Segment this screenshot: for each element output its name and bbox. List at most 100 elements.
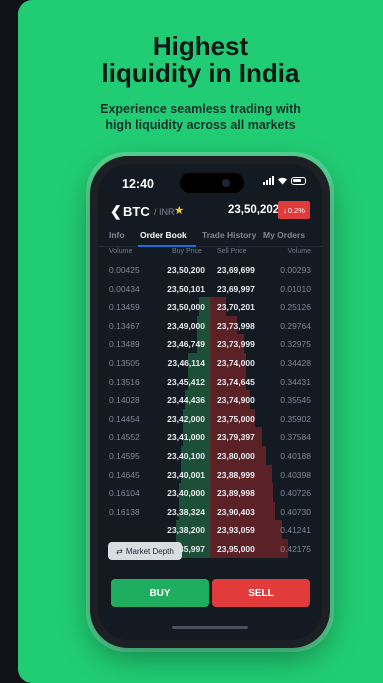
buy-price: 23,46,749 bbox=[167, 339, 205, 350]
buy-volume: 0.00425 bbox=[109, 265, 140, 275]
sell-volume: 0.42175 bbox=[280, 544, 311, 554]
sell-volume: 0.40188 bbox=[280, 451, 311, 461]
phone-screen: 12:40 ❮ BTC / INR ★ 23,50,202 ↓ 0.2% Inf… bbox=[98, 164, 322, 640]
sell-price: 23,74,000 bbox=[217, 358, 255, 368]
buy-price: 23,40,000 bbox=[167, 488, 205, 499]
buy-volume: 0.13459 bbox=[109, 302, 140, 313]
order-book-row[interactable]: 0.13505 23,46,114 23,74,000 0.34428 bbox=[98, 353, 322, 372]
buy-volume: 0.14028 bbox=[109, 395, 140, 406]
sell-price: 23,73,998 bbox=[217, 320, 255, 331]
status-bar: 12:40 bbox=[98, 164, 322, 200]
sell-price: 23,69,997 bbox=[217, 283, 255, 294]
order-book-row[interactable]: 0.14552 23,41,000 23,79,397 0.37584 bbox=[98, 427, 322, 446]
buy-price: 23,44,436 bbox=[167, 395, 205, 406]
order-book-row[interactable]: 0.16104 23,40,000 23,89,998 0.40726 bbox=[98, 483, 322, 502]
sell-price: 23,88,999 bbox=[217, 469, 255, 480]
order-book-list[interactable]: 0.00425 23,50,200 23,69,699 0.00293 0.00434 2… bbox=[98, 260, 322, 570]
buy-volume: 0.14595 bbox=[109, 451, 140, 461]
sell-price: 23,74,900 bbox=[217, 395, 255, 406]
price-change-badge: ↓ 0.2% bbox=[278, 201, 310, 219]
order-book-row[interactable]: 23,38,200 23,93,059 0.41241 bbox=[98, 520, 322, 539]
col-header-volume-right: Volume bbox=[287, 248, 311, 255]
buy-volume: 0.13505 bbox=[109, 358, 140, 368]
buy-price: 23,46,114 bbox=[167, 358, 205, 368]
buy-volume: 0.16104 bbox=[109, 488, 140, 499]
sell-volume: 0.40730 bbox=[280, 506, 311, 517]
subheadline-line-1: Experience seamless trading with bbox=[100, 102, 301, 116]
sell-volume: 0.00293 bbox=[280, 265, 311, 275]
pair-header: ❮ BTC / INR ★ 23,50,202 ↓ 0.2% bbox=[98, 200, 322, 224]
subheadline-line-2: high liquidity across all markets bbox=[105, 118, 296, 132]
sell-volume: 0.34431 bbox=[280, 376, 311, 387]
buy-volume: 0.14454 bbox=[109, 413, 140, 424]
status-icons bbox=[263, 176, 306, 185]
sell-volume: 0.37584 bbox=[280, 432, 311, 443]
order-book-row[interactable]: 0.13516 23,45,412 23,74,645 0.34431 bbox=[98, 372, 322, 391]
order-book-row[interactable]: 0.00425 23,50,200 23,69,699 0.00293 bbox=[98, 260, 322, 279]
shuffle-icon: ⇄ bbox=[116, 546, 123, 556]
buy-price: 23,50,200 bbox=[167, 265, 205, 275]
down-arrow-icon: ↓ bbox=[283, 205, 287, 215]
order-book-row[interactable]: 0.14645 23,40,001 23,88,999 0.40398 bbox=[98, 465, 322, 484]
buy-volume: 0.00434 bbox=[109, 283, 140, 294]
sell-button[interactable]: SELL bbox=[212, 579, 310, 607]
favorite-star-icon[interactable]: ★ bbox=[174, 203, 184, 217]
sell-price: 23,93,059 bbox=[217, 525, 255, 536]
buy-price: 23,38,324 bbox=[167, 506, 205, 517]
sell-price: 23,95,000 bbox=[217, 544, 255, 554]
sell-price: 23,74,645 bbox=[217, 376, 255, 387]
sell-volume: 0.25126 bbox=[280, 302, 311, 313]
active-tab-indicator bbox=[138, 245, 196, 247]
buy-price: 23,38,200 bbox=[167, 525, 205, 536]
sell-price: 23,80,000 bbox=[217, 451, 255, 461]
sell-price: 23,75,000 bbox=[217, 413, 255, 424]
order-book-row[interactable]: 0.14454 23,42,000 23,75,000 0.35902 bbox=[98, 409, 322, 428]
col-header-sell-price: Sell Price bbox=[217, 248, 247, 255]
order-book-row[interactable]: 0.13489 23,46,749 23,73,999 0.32975 bbox=[98, 334, 322, 353]
buy-price: 23,40,100 bbox=[167, 451, 205, 461]
market-depth-label: Market Depth bbox=[125, 546, 174, 556]
buy-volume: 0.13489 bbox=[109, 339, 140, 350]
order-book-row[interactable]: 0.13467 23,49,000 23,73,998 0.29764 bbox=[98, 316, 322, 335]
sell-volume: 0.34428 bbox=[280, 358, 311, 368]
col-header-volume-left: Volume bbox=[109, 248, 133, 255]
home-indicator bbox=[172, 626, 248, 629]
order-book-row[interactable]: 0.16138 23,38,324 23,90,403 0.40730 bbox=[98, 502, 322, 521]
tab-order-book[interactable]: Order Book bbox=[140, 230, 187, 240]
col-header-buy-price: Buy Price bbox=[172, 248, 202, 255]
sell-volume: 0.01010 bbox=[280, 283, 311, 294]
buy-price: 23,50,101 bbox=[167, 283, 205, 294]
headline-line-1: Highest bbox=[152, 31, 249, 61]
battery-icon bbox=[291, 176, 306, 185]
tab-my-orders[interactable]: My Orders bbox=[263, 230, 305, 240]
tab-bar: Info Order Book Trade History My Orders bbox=[98, 225, 322, 247]
buy-price: 23,49,000 bbox=[167, 320, 205, 331]
market-depth-button[interactable]: ⇄ Market Depth bbox=[108, 542, 182, 560]
buy-price: 23,45,412 bbox=[167, 376, 205, 387]
signal-icon bbox=[263, 176, 274, 185]
dynamic-island bbox=[180, 173, 244, 193]
price-change-value: 0.2% bbox=[287, 205, 305, 215]
sell-price: 23,90,403 bbox=[217, 506, 255, 517]
sell-price: 23,73,999 bbox=[217, 339, 255, 350]
pair-base: BTC bbox=[123, 204, 150, 219]
sell-price: 23,89,998 bbox=[217, 488, 255, 499]
buy-volume: 0.14552 bbox=[109, 432, 140, 443]
buy-price: 23,50,000 bbox=[167, 302, 205, 313]
sell-price: 23,79,397 bbox=[217, 432, 255, 443]
order-book-row[interactable]: 0.13459 23,50,000 23,70,201 0.25126 bbox=[98, 297, 322, 316]
buy-price: 23,41,000 bbox=[167, 432, 205, 443]
tab-trade-history[interactable]: Trade History bbox=[202, 230, 256, 240]
sell-volume: 0.29764 bbox=[280, 320, 311, 331]
sell-volume: 0.32975 bbox=[280, 339, 311, 350]
buy-volume: 0.13516 bbox=[109, 376, 140, 387]
buy-button[interactable]: BUY bbox=[111, 579, 209, 607]
back-arrow-icon[interactable]: ❮ bbox=[110, 203, 122, 220]
pair-quote: / INR bbox=[154, 207, 175, 217]
sell-volume: 0.40726 bbox=[280, 488, 311, 499]
order-book-row[interactable]: 0.14028 23,44,436 23,74,900 0.35545 bbox=[98, 390, 322, 409]
tab-info[interactable]: Info bbox=[109, 230, 125, 240]
buy-price: 23,40,001 bbox=[167, 469, 205, 480]
order-book-row[interactable]: 0.14595 23,40,100 23,80,000 0.40188 bbox=[98, 446, 322, 465]
order-book-row[interactable]: 0.00434 23,50,101 23,69,997 0.01010 bbox=[98, 279, 322, 298]
